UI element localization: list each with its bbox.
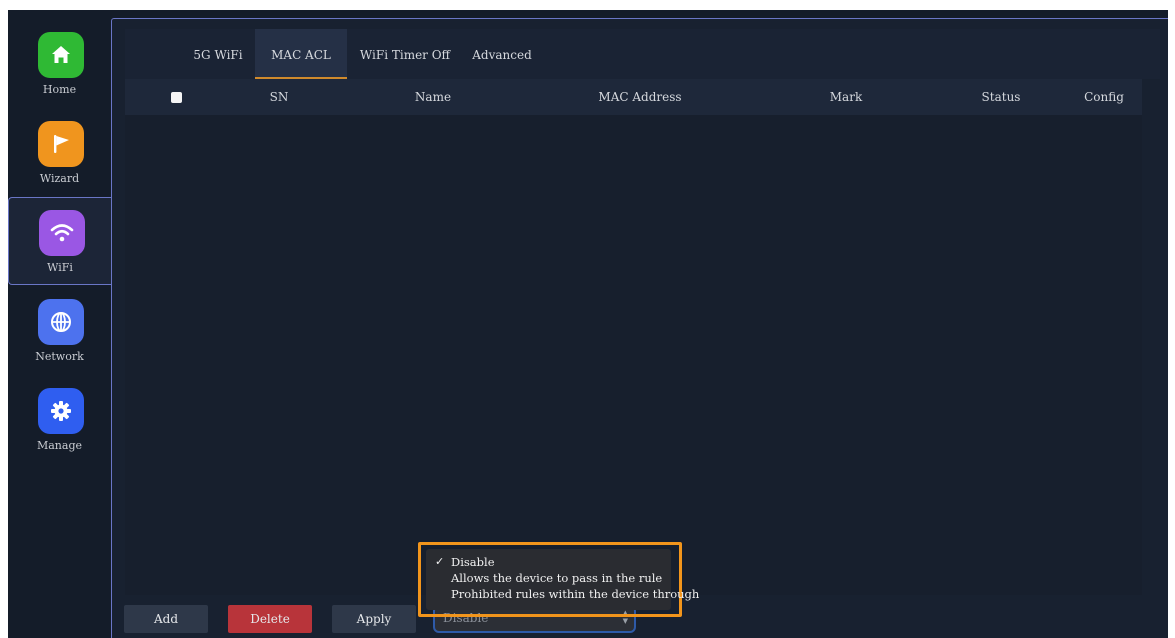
sidebar-item-label: Manage <box>36 439 82 452</box>
table-header: SN Name MAC Address Mark Status Config <box>125 79 1142 115</box>
tab-5g-wifi[interactable]: 5G WiFi <box>185 29 251 79</box>
table-body <box>125 115 1142 595</box>
home-icon <box>38 32 84 78</box>
sidebar-item-label: Wizard <box>39 172 80 185</box>
apply-button[interactable]: Apply <box>332 605 416 633</box>
delete-button[interactable]: Delete <box>228 605 312 633</box>
gear-icon <box>38 388 84 434</box>
tab-mac-acl[interactable]: MAC ACL <box>255 29 347 79</box>
tab-wifi-timer-off[interactable]: WiFi Timer Off <box>357 29 453 79</box>
sidebar-item-wizard[interactable]: Wizard <box>8 109 111 197</box>
globe-icon <box>38 299 84 345</box>
acl-mode-dropdown: ✓ Disable Allows the device to pass in t… <box>426 549 699 610</box>
select-all-checkbox[interactable] <box>171 92 182 103</box>
dropdown-option-allow[interactable]: Allows the device to pass in the rule <box>426 570 671 586</box>
add-button[interactable]: Add <box>124 605 208 633</box>
dropdown-option-prohibit[interactable]: Prohibited rules within the device throu… <box>426 586 699 602</box>
column-header-sn: SN <box>269 90 289 104</box>
sidebar-item-network[interactable]: Network <box>8 287 111 375</box>
column-header-status: Status <box>981 90 1021 104</box>
checkmark-icon: ✓ <box>435 555 445 568</box>
column-header-config: Config <box>1084 90 1124 104</box>
sidebar-item-label: Home <box>42 83 77 96</box>
tab-advanced[interactable]: Advanced <box>467 29 537 79</box>
sidebar-item-wifi[interactable]: WiFi <box>8 197 111 285</box>
column-header-mark: Mark <box>829 90 863 104</box>
column-header-name: Name <box>414 90 452 104</box>
app-window: Home Wizard WiFi Network Manage 5G WiFi … <box>8 10 1168 638</box>
sidebar-item-label: WiFi <box>47 261 73 274</box>
column-header-mac-address: MAC Address <box>598 90 682 104</box>
sidebar-item-home[interactable]: Home <box>8 20 111 108</box>
tab-bar: 5G WiFi MAC ACL WiFi Timer Off Advanced <box>125 29 1160 79</box>
sidebar-item-manage[interactable]: Manage <box>8 376 111 464</box>
flag-icon <box>38 121 84 167</box>
sidebar-item-label: Network <box>35 350 84 363</box>
wifi-icon <box>39 210 85 256</box>
dropdown-option-disable[interactable]: ✓ Disable <box>426 554 671 570</box>
